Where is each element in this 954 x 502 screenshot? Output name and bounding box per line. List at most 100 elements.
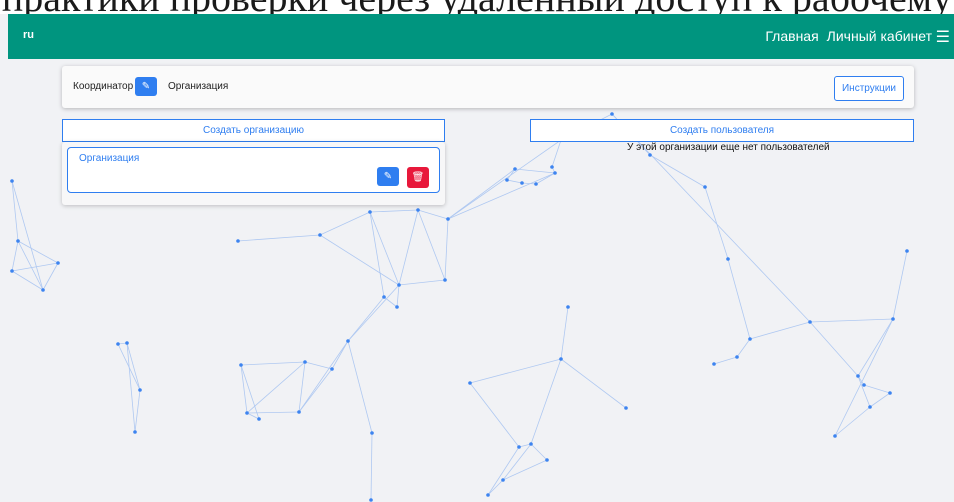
network-edge [240,364,248,414]
network-node [397,283,401,287]
network-node [566,305,570,309]
network-edge [417,209,446,281]
network-node [513,167,517,171]
network-edge [11,240,19,272]
network-edge [809,318,894,323]
network-node [330,367,334,371]
network-edge [502,459,548,481]
network-edge [11,262,59,272]
network-node [517,445,521,449]
network-edge [749,321,811,340]
network-node [10,269,14,273]
edit-organization-button[interactable]: ✎ [377,167,399,186]
network-node [10,179,14,183]
network-edge [396,284,400,308]
network-edge [383,296,398,308]
network-node [610,112,614,116]
network-node [748,337,752,341]
organization-name: Организация [79,153,140,164]
network-edge [246,361,306,414]
network-edge [134,389,141,433]
network-edge [347,296,385,342]
network-node [368,210,372,214]
network-edge [736,338,751,358]
network-edge [246,411,300,414]
network-edge [298,368,333,413]
top-navbar: ru Главная Личный кабинет ☰ [8,14,954,59]
network-node [703,185,707,189]
network-edge [487,446,520,496]
instructions-button[interactable]: Инструкции [834,76,904,101]
network-node [862,383,866,387]
network-node [648,153,652,157]
nav-link-home[interactable]: Главная [765,28,818,44]
network-edge [319,211,371,236]
pencil-icon: ✎ [383,171,393,182]
network-node [257,417,261,421]
hamburger-icon[interactable]: ☰ [936,27,950,47]
network-node [534,182,538,186]
network-edge [857,375,871,408]
create-organization-button[interactable]: Создать организацию [62,119,445,142]
network-node [545,458,549,462]
network-node [138,388,142,392]
network-node [245,411,249,415]
coordinator-label: Координатор [73,81,134,92]
network-edge [237,234,321,242]
network-edge [444,218,449,281]
network-node [416,208,420,212]
network-edge [447,168,516,220]
network-edge [514,168,556,174]
edit-coordinator-button[interactable]: ✎ [135,77,157,96]
delete-organization-button[interactable]: 🗑 [407,167,429,188]
network-edge [417,209,449,220]
network-edge [469,358,562,384]
network-edge [869,392,891,408]
network-node [735,355,739,359]
network-edge [649,154,706,188]
network-node [905,249,909,253]
coordinator-bar: Координатор ✎ Организация Инструкции [62,66,914,108]
network-edge [551,139,562,168]
network-node [239,363,243,367]
network-node [505,178,509,182]
network-edge [506,179,523,184]
network-node [446,217,450,221]
network-node [726,257,730,261]
empty-users-message: У этой организации еще нет пользователей [627,142,830,153]
network-edge [727,258,751,340]
network-edge [369,211,400,286]
network-edge [857,318,894,377]
network-edge [240,364,260,420]
network-node [116,342,120,346]
network-edge [369,211,385,298]
organization-label: Организация [168,81,229,92]
network-edge [560,358,627,409]
network-node [346,339,350,343]
create-user-button[interactable]: Создать пользователя [530,119,914,142]
pencil-icon: ✎ [141,81,151,92]
network-edge [863,384,891,394]
network-node [318,233,322,237]
organization-list: Организация ✎ 🗑 [62,142,445,205]
network-node [382,295,386,299]
organization-card[interactable]: Организация ✎ 🗑 [67,147,440,193]
nav-link-account[interactable]: Личный кабинет [827,28,932,44]
network-edge [704,186,729,260]
network-edge [347,340,373,434]
network-node [16,239,20,243]
network-edge [469,382,520,448]
network-node [303,360,307,364]
network-edge [240,361,306,366]
network-edge [447,172,556,220]
network-edge [560,306,569,360]
network-edge [370,432,373,501]
network-node [868,405,872,409]
network-edge [530,358,562,445]
network-node [529,442,533,446]
network-node [888,391,892,395]
language-switch[interactable]: ru [23,29,34,41]
network-node [56,261,60,265]
network-node [236,239,240,243]
network-node [395,305,399,309]
